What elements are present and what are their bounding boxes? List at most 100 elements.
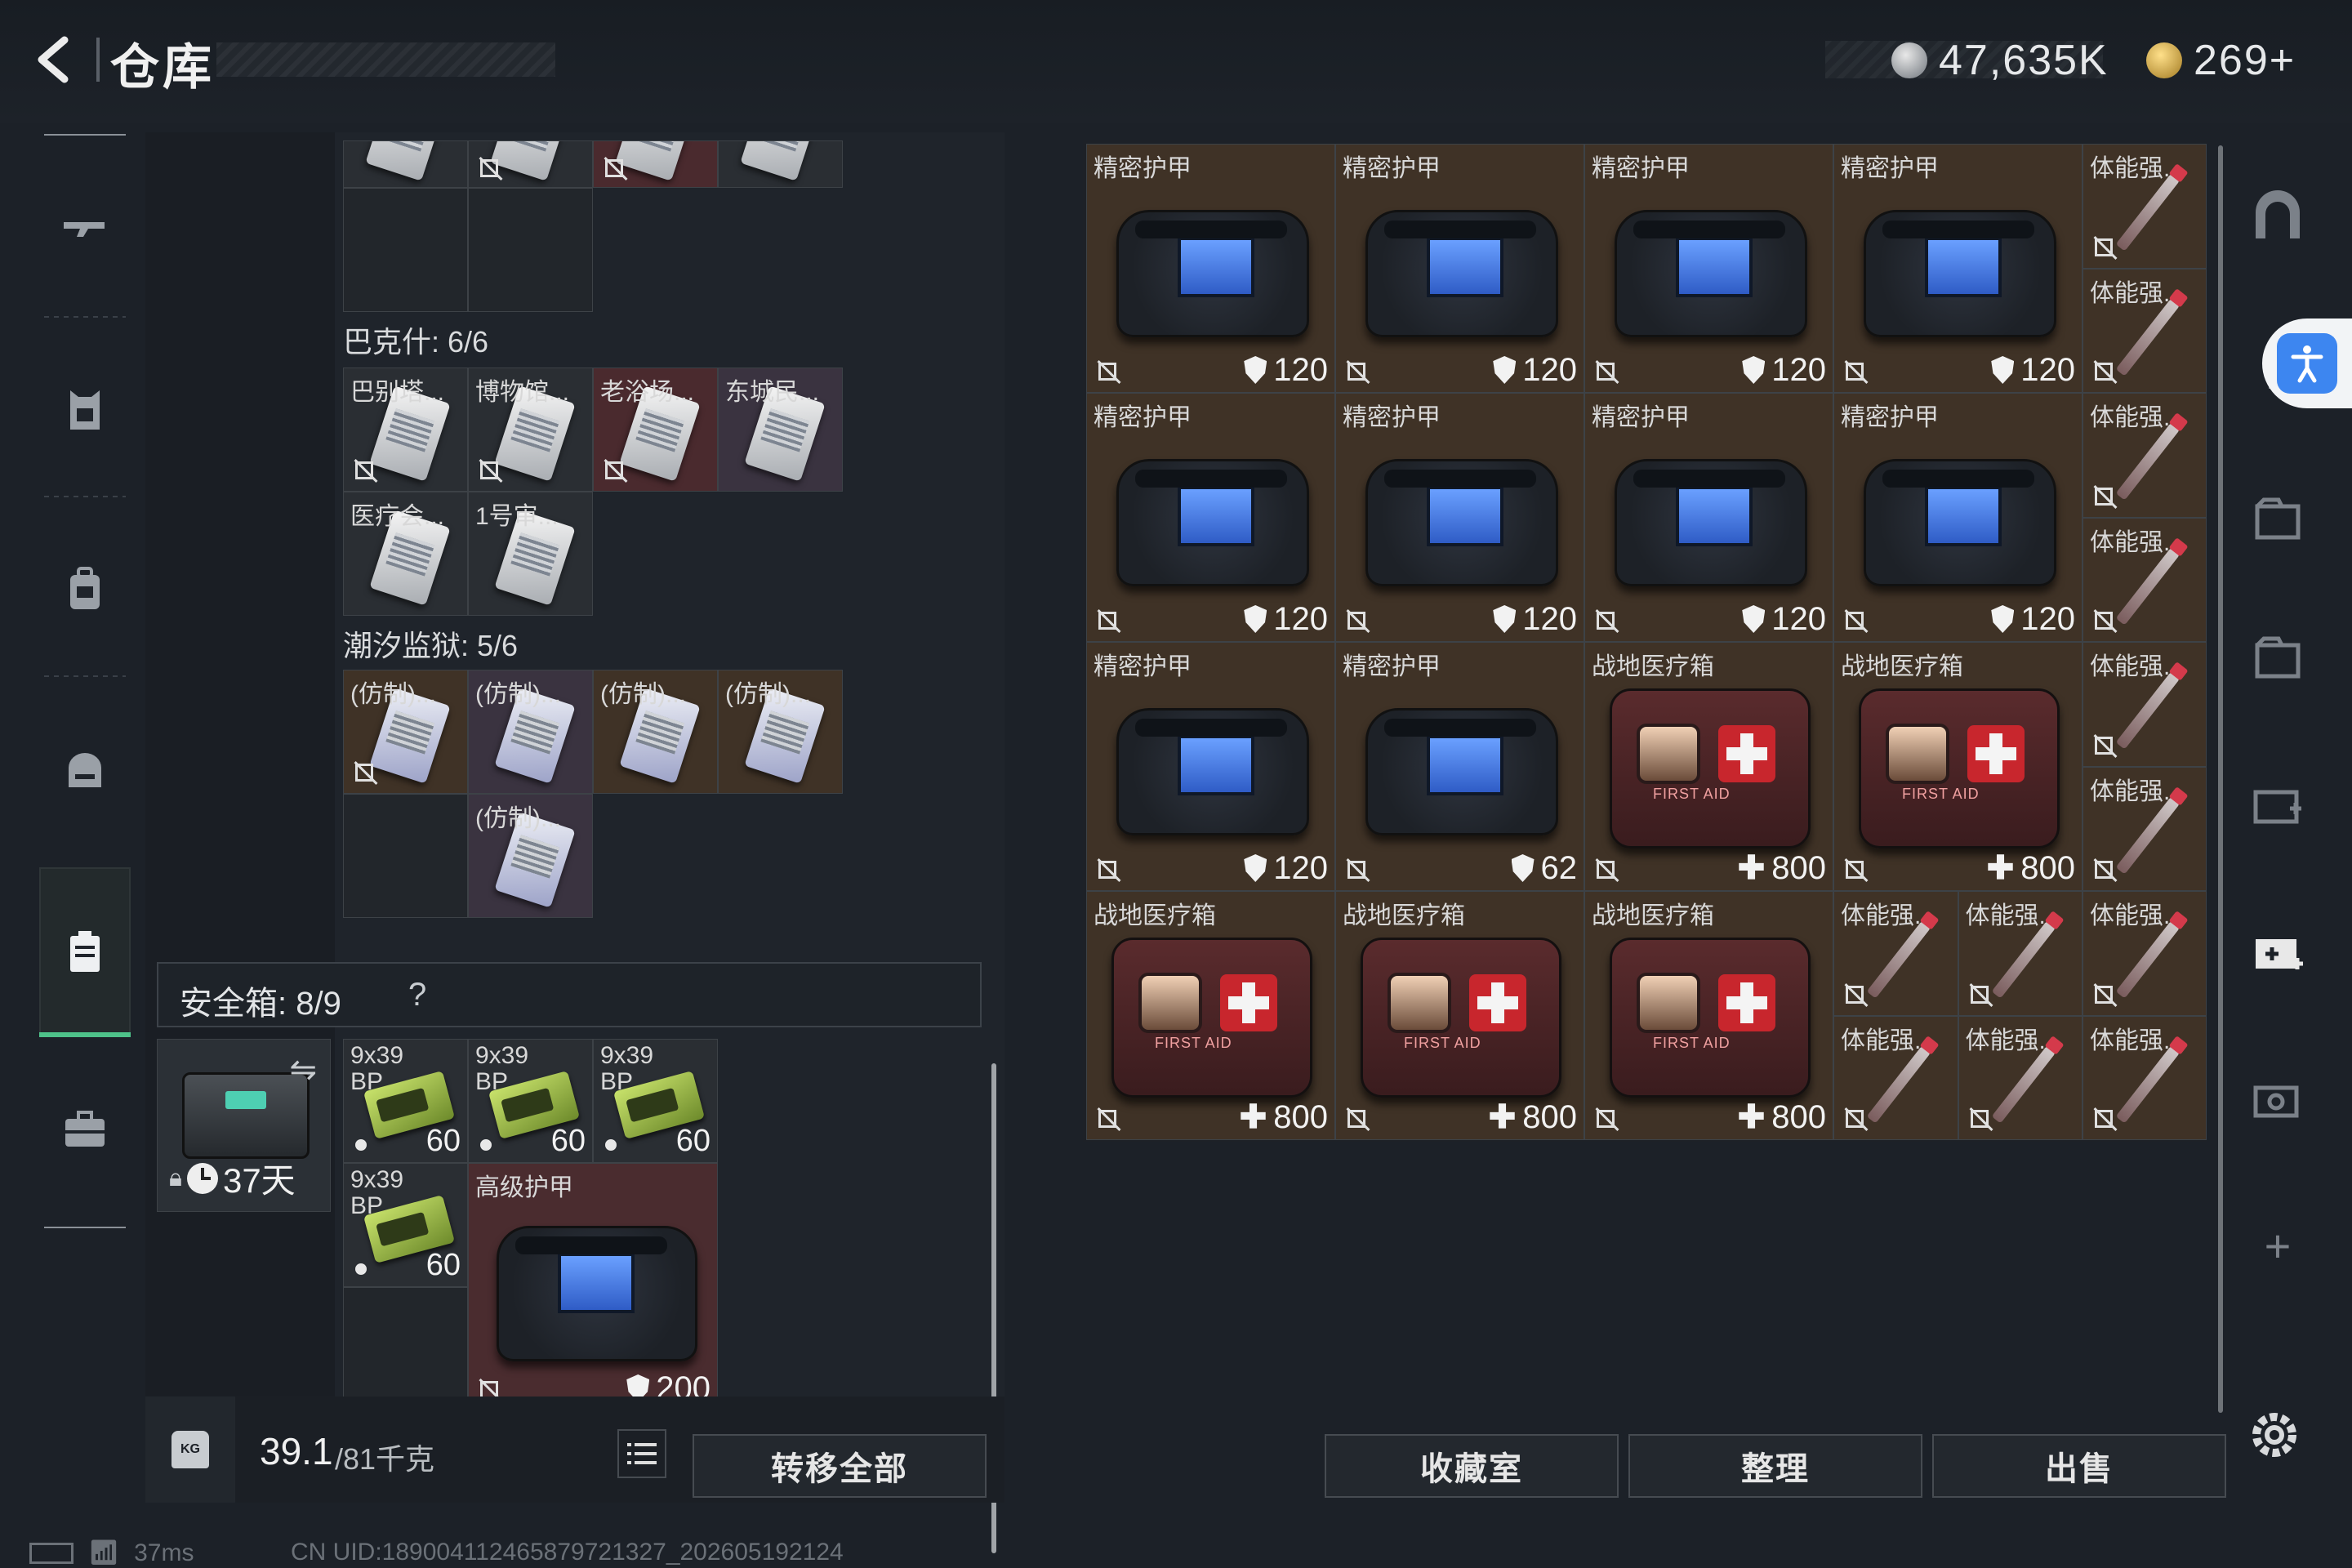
no-drop-icon: [2091, 1107, 2118, 1133]
backpack-icon: [70, 567, 100, 609]
stamina-syringe-item[interactable]: 体能强...: [2082, 642, 2207, 767]
field-medkit-item[interactable]: 战地医疗箱 FIRST AID ✚ 800: [1833, 642, 2082, 891]
organize-button[interactable]: 整理: [1628, 1434, 1922, 1498]
page-tab-4b[interactable]: [2241, 621, 2314, 694]
add-page-button[interactable]: +: [2241, 1209, 2314, 1282]
stash-scrollbar[interactable]: [2218, 145, 2223, 1413]
field-medkit-item[interactable]: 战地医疗箱 FIRST AID ✚ 800: [1584, 642, 1833, 891]
keycard-cell[interactable]: 博物馆...: [468, 368, 593, 492]
stamina-syringe-item[interactable]: 体能强...: [2082, 268, 2207, 393]
keycard-cell[interactable]: (仿制)...: [343, 670, 468, 794]
nav-case[interactable]: [28, 1047, 142, 1210]
shield-icon: [1244, 854, 1267, 882]
empty-slot[interactable]: [468, 188, 593, 312]
keycard-cell[interactable]: (仿制)...: [468, 670, 593, 794]
precision-armor-item[interactable]: 精密护甲 120: [1335, 393, 1584, 642]
plus-icon: ✚: [1986, 850, 2015, 886]
transfer-all-button[interactable]: 转移全部: [693, 1434, 987, 1498]
back-arrow-icon[interactable]: [26, 31, 83, 88]
item-cell[interactable]: [593, 140, 718, 188]
keycard-cell[interactable]: 巴别塔...: [343, 368, 468, 492]
shield-icon: [1244, 605, 1267, 633]
precision-armor-item[interactable]: 精密护甲 120: [1335, 144, 1584, 393]
shield-icon: [1511, 854, 1535, 882]
stamina-syringe-item[interactable]: 体能强...: [1958, 891, 2082, 1016]
item-name: 精密护甲: [1094, 404, 1192, 431]
help-icon[interactable]: ?: [408, 977, 426, 1013]
keycard-cell[interactable]: (仿制)...: [593, 670, 718, 794]
field-medkit-item[interactable]: 战地医疗箱 FIRST AID ✚ 800: [1086, 891, 1335, 1140]
no-drop-icon: [1842, 608, 1869, 635]
keycard-cell[interactable]: (仿制)...: [468, 794, 593, 918]
plus-icon: ✚: [1239, 1099, 1267, 1135]
field-medkit-item[interactable]: 战地医疗箱 FIRST AID ✚ 800: [1584, 891, 1833, 1140]
page-tab-4c[interactable]: [2241, 768, 2314, 841]
keycard-cell[interactable]: 1号审...: [468, 492, 593, 616]
precision-armor-item[interactable]: 精密护甲 120: [1086, 393, 1335, 642]
folder-icon: [2255, 497, 2301, 540]
precision-armor-item[interactable]: 精密护甲 62: [1335, 642, 1584, 891]
page-title: 仓库: [110, 40, 215, 95]
advanced-armor-cell[interactable]: 高级护甲 200: [468, 1163, 718, 1411]
sell-button[interactable]: 出售: [1932, 1434, 2226, 1498]
safebox-item[interactable]: ⇋ 🔒︎ 37天: [157, 1039, 331, 1212]
stamina-syringe-item[interactable]: 体能强...: [2082, 891, 2207, 1016]
precision-armor-item[interactable]: 精密护甲 120: [1584, 393, 1833, 642]
item-cell[interactable]: [343, 140, 468, 188]
item-name: 战地医疗箱: [1343, 902, 1465, 929]
medkit-tab-icon: [2253, 790, 2301, 824]
home-page-tab[interactable]: [2241, 180, 2314, 253]
ammo-cell[interactable]: 9x39 BP 60: [343, 1039, 468, 1163]
syringe-image: [1991, 920, 2056, 999]
nav-weapons[interactable]: [28, 149, 142, 312]
no-drop-icon: [1344, 1107, 1370, 1133]
item-cell[interactable]: [468, 140, 593, 188]
stamina-syringe-item[interactable]: 体能强...: [2082, 766, 2207, 891]
stamina-syringe-item[interactable]: 体能强...: [2082, 393, 2207, 518]
durability-value: 120: [1991, 601, 2075, 638]
keycard-cell[interactable]: 东城民...: [718, 368, 843, 492]
nav-armor[interactable]: [28, 328, 142, 492]
empty-slot[interactable]: [343, 188, 468, 312]
field-medkit-item[interactable]: 战地医疗箱 FIRST AID ✚ 800: [1335, 891, 1584, 1140]
empty-slot[interactable]: [343, 794, 468, 918]
page-tab-4d-active[interactable]: [2241, 915, 2314, 988]
collection-button[interactable]: 收藏室: [1325, 1434, 1619, 1498]
precision-armor-item[interactable]: 精密护甲 120: [1833, 144, 2082, 393]
nav-rig[interactable]: [28, 688, 142, 851]
page-tab-4a[interactable]: [2241, 482, 2314, 555]
stamina-syringe-item[interactable]: 体能强...: [2082, 1015, 2207, 1140]
swap-icon[interactable]: ⇋: [289, 1051, 317, 1089]
settings-gear-icon[interactable]: [2246, 1406, 2303, 1463]
stamina-syringe-item[interactable]: 体能强...: [1833, 891, 1958, 1016]
nav-backpack[interactable]: [28, 508, 142, 671]
item-name: 战地医疗箱: [1592, 902, 1714, 929]
armor-image: [1615, 459, 1807, 586]
list-view-button[interactable]: [617, 1429, 666, 1478]
precision-armor-item[interactable]: 精密护甲 120: [1086, 642, 1335, 891]
empty-slot[interactable]: [343, 1287, 468, 1411]
accessibility-button[interactable]: [2262, 318, 2352, 408]
keycard-cell[interactable]: 医疗会...: [343, 492, 468, 616]
stamina-syringe-item[interactable]: 体能强...: [2082, 144, 2207, 269]
precision-armor-item[interactable]: 精密护甲 120: [1584, 144, 1833, 393]
ammo-cell[interactable]: 9x39 BP 60: [343, 1163, 468, 1287]
currency-gold[interactable]: 269+: [2146, 36, 2296, 85]
ammo-cell[interactable]: 9x39 BP 60: [468, 1039, 593, 1163]
title-decoration: [216, 42, 555, 77]
stamina-syringe-item[interactable]: 体能强...: [1833, 1015, 1958, 1140]
item-name: 精密护甲: [1343, 404, 1441, 431]
precision-armor-item[interactable]: 精密护甲 120: [1833, 393, 2082, 642]
item-cell[interactable]: [718, 140, 843, 188]
precision-armor-item[interactable]: 精密护甲 120: [1086, 144, 1335, 393]
ammo-cell[interactable]: 9x39 BP 60: [593, 1039, 718, 1163]
nav-container[interactable]: [28, 871, 142, 1034]
storage-left-strip: [145, 132, 335, 1406]
no-drop-icon: [1344, 608, 1370, 635]
keycard-cell[interactable]: (仿制)...: [718, 670, 843, 794]
keycard-cell[interactable]: 老浴场...: [593, 368, 718, 492]
stamina-syringe-item[interactable]: 体能强...: [1958, 1015, 2082, 1140]
stamina-syringe-item[interactable]: 体能强...: [2082, 517, 2207, 642]
armor-image: [1615, 210, 1807, 337]
page-tab-5[interactable]: [2241, 1062, 2314, 1135]
